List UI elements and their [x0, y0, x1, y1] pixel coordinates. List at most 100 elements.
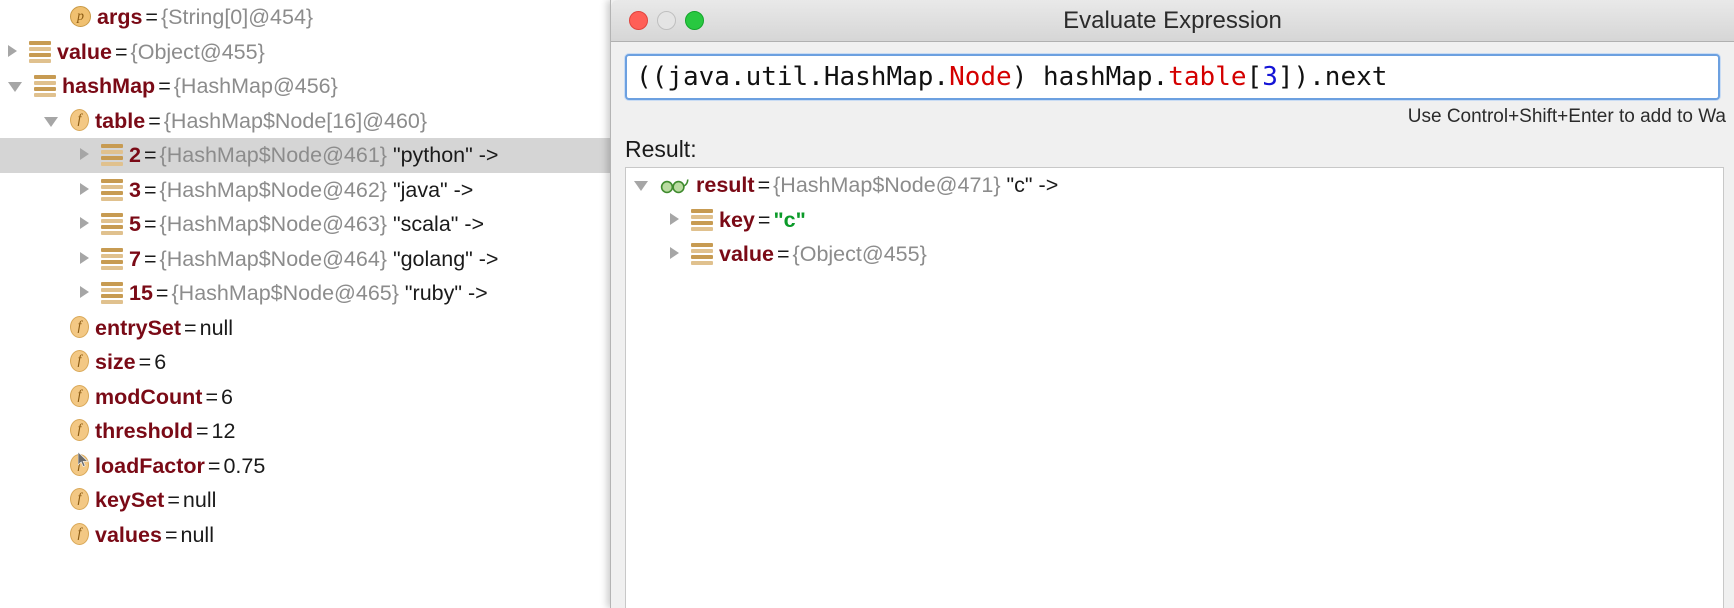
object-icon [101, 247, 123, 270]
equals-sign: = [143, 143, 157, 167]
tree-row[interactable]: f keySet = null [0, 483, 610, 518]
equals-sign: = [143, 212, 157, 236]
tree-row[interactable]: p args = {String[0]@454} [0, 0, 610, 35]
field-icon: f [70, 488, 89, 511]
field-icon: f [70, 315, 89, 338]
variable-name: size [95, 350, 136, 374]
expand-arrow-down-icon[interactable] [44, 116, 58, 127]
object-icon [101, 213, 123, 236]
variable-value: {HashMap@456} [173, 74, 338, 98]
tree-row[interactable]: 15 = {HashMap$Node@465} "ruby" -> [0, 276, 610, 311]
tree-row[interactable]: 5 = {HashMap$Node@463} "scala" -> [0, 207, 610, 242]
field-icon: f [70, 350, 89, 373]
tree-row[interactable]: 2 = {HashMap$Node@461} "python" -> [0, 138, 610, 173]
expression-area: ((java.util.HashMap.Node) hashMap.table[… [611, 42, 1734, 128]
tree-row[interactable]: 7 = {HashMap$Node@464} "golang" -> [0, 242, 610, 277]
equals-sign: = [155, 281, 169, 305]
evaluate-expression-dialog[interactable]: Evaluate Expression ((java.util.HashMap.… [610, 0, 1734, 608]
tree-row[interactable]: f entrySet = null [0, 311, 610, 346]
equals-sign: = [148, 108, 161, 133]
variable-value: 6 [221, 384, 233, 409]
expand-arrow-right-icon[interactable] [670, 212, 679, 225]
expression-token: ) hashMap. [1011, 62, 1169, 92]
expand-arrow-right-icon[interactable] [80, 217, 89, 230]
expression-input[interactable]: ((java.util.HashMap.Node) hashMap.table[… [625, 54, 1720, 100]
variable-value: null [182, 488, 217, 512]
equals-sign: = [114, 39, 128, 64]
field-icon: f [70, 522, 89, 545]
expression-token: ((java.util.HashMap. [636, 62, 950, 92]
close-button[interactable] [629, 11, 648, 30]
variable-value: {HashMap$Node@463} [159, 212, 387, 236]
tree-row[interactable]: value = {Object@455} [0, 35, 610, 70]
equals-sign: = [143, 177, 157, 202]
debugger-variables-panel[interactable]: p args = {String[0]@454} value = {Object@455} h… [0, 0, 610, 608]
variable-value-suffix: "java" -> [392, 177, 474, 202]
tree-row[interactable]: f modCount = 6 [0, 380, 610, 415]
tree-row[interactable]: key = "c" [626, 203, 1723, 238]
expression-token: Node [949, 62, 1012, 92]
equals-sign: = [184, 315, 197, 340]
variables-tree-rows: p args = {String[0]@454} value = {Object@455} h… [0, 0, 610, 552]
screen-root: p args = {String[0]@454} value = {Object@455} h… [0, 0, 1734, 608]
equals-sign: = [207, 453, 221, 478]
variable-value: 12 [211, 419, 236, 443]
tree-row[interactable]: hashMap = {HashMap@456} [0, 69, 610, 104]
tree-row[interactable]: result = {HashMap$Node@471} "c" -> [626, 168, 1723, 203]
tree-row[interactable]: value = {Object@455} [626, 237, 1723, 272]
object-icon [101, 144, 123, 167]
equals-sign: = [145, 5, 158, 29]
equals-sign: = [195, 419, 209, 443]
expand-arrow-right-icon[interactable] [80, 251, 89, 264]
dialog-title: Evaluate Expression [1063, 7, 1282, 34]
minimize-button[interactable] [657, 11, 676, 30]
variable-value: {HashMap$Node@461} [159, 143, 387, 167]
variable-value: "c" [773, 207, 806, 232]
variable-name: value [57, 39, 112, 64]
result-tree[interactable]: result = {HashMap$Node@471} "c" -> key = "c" v… [625, 167, 1724, 608]
tree-row[interactable]: f size = 6 [0, 345, 610, 380]
variable-value: {Object@455} [792, 242, 927, 266]
variable-value-suffix: "golang" -> [392, 246, 499, 271]
equals-sign: = [143, 246, 157, 271]
equals-sign: = [757, 173, 771, 197]
expand-arrow-right-icon[interactable] [80, 286, 89, 299]
variable-name: 3 [129, 177, 141, 202]
expand-arrow-down-icon[interactable] [8, 82, 22, 93]
variable-name: 7 [129, 246, 141, 271]
expression-text: ((java.util.HashMap.Node) hashMap.table[… [636, 62, 1387, 92]
expression-token: 3 [1262, 62, 1278, 92]
variable-name: values [95, 522, 162, 547]
expand-arrow-right-icon[interactable] [80, 148, 89, 161]
equals-sign: = [167, 488, 180, 512]
mouse-cursor-icon [78, 452, 89, 467]
variable-name: modCount [95, 384, 203, 409]
tree-row[interactable]: f values = null [0, 518, 610, 553]
zoom-button[interactable] [685, 11, 704, 30]
tree-row[interactable]: f loadFactor = 0.75 [0, 449, 610, 484]
watch-glasses-icon [660, 179, 689, 194]
dialog-titlebar[interactable]: Evaluate Expression [611, 0, 1734, 42]
result-label: Result: [625, 136, 697, 162]
tree-row[interactable]: f threshold = 12 [0, 414, 610, 449]
variable-value: {HashMap$Node@471} [773, 173, 1001, 197]
variable-name: entrySet [95, 315, 182, 340]
variable-name: loadFactor [95, 453, 205, 478]
expand-arrow-right-icon[interactable] [80, 182, 89, 195]
object-icon [101, 282, 123, 305]
expand-arrow-right-icon[interactable] [8, 44, 17, 57]
expression-token: table [1168, 62, 1247, 92]
tree-row[interactable]: 3 = {HashMap$Node@462} "java" -> [0, 173, 610, 208]
tree-row[interactable]: f table = {HashMap$Node[16]@460} [0, 104, 610, 139]
expand-arrow-down-icon[interactable] [634, 181, 648, 192]
object-icon [34, 75, 56, 98]
expand-arrow-right-icon[interactable] [670, 247, 679, 260]
variable-name: table [95, 108, 146, 133]
result-tree-rows: result = {HashMap$Node@471} "c" -> key = "c" v… [626, 168, 1723, 272]
variable-name: args [97, 5, 143, 29]
variable-name: hashMap [62, 74, 156, 98]
expression-hint: Use Control+Shift+Enter to add to Wa [1407, 106, 1726, 127]
